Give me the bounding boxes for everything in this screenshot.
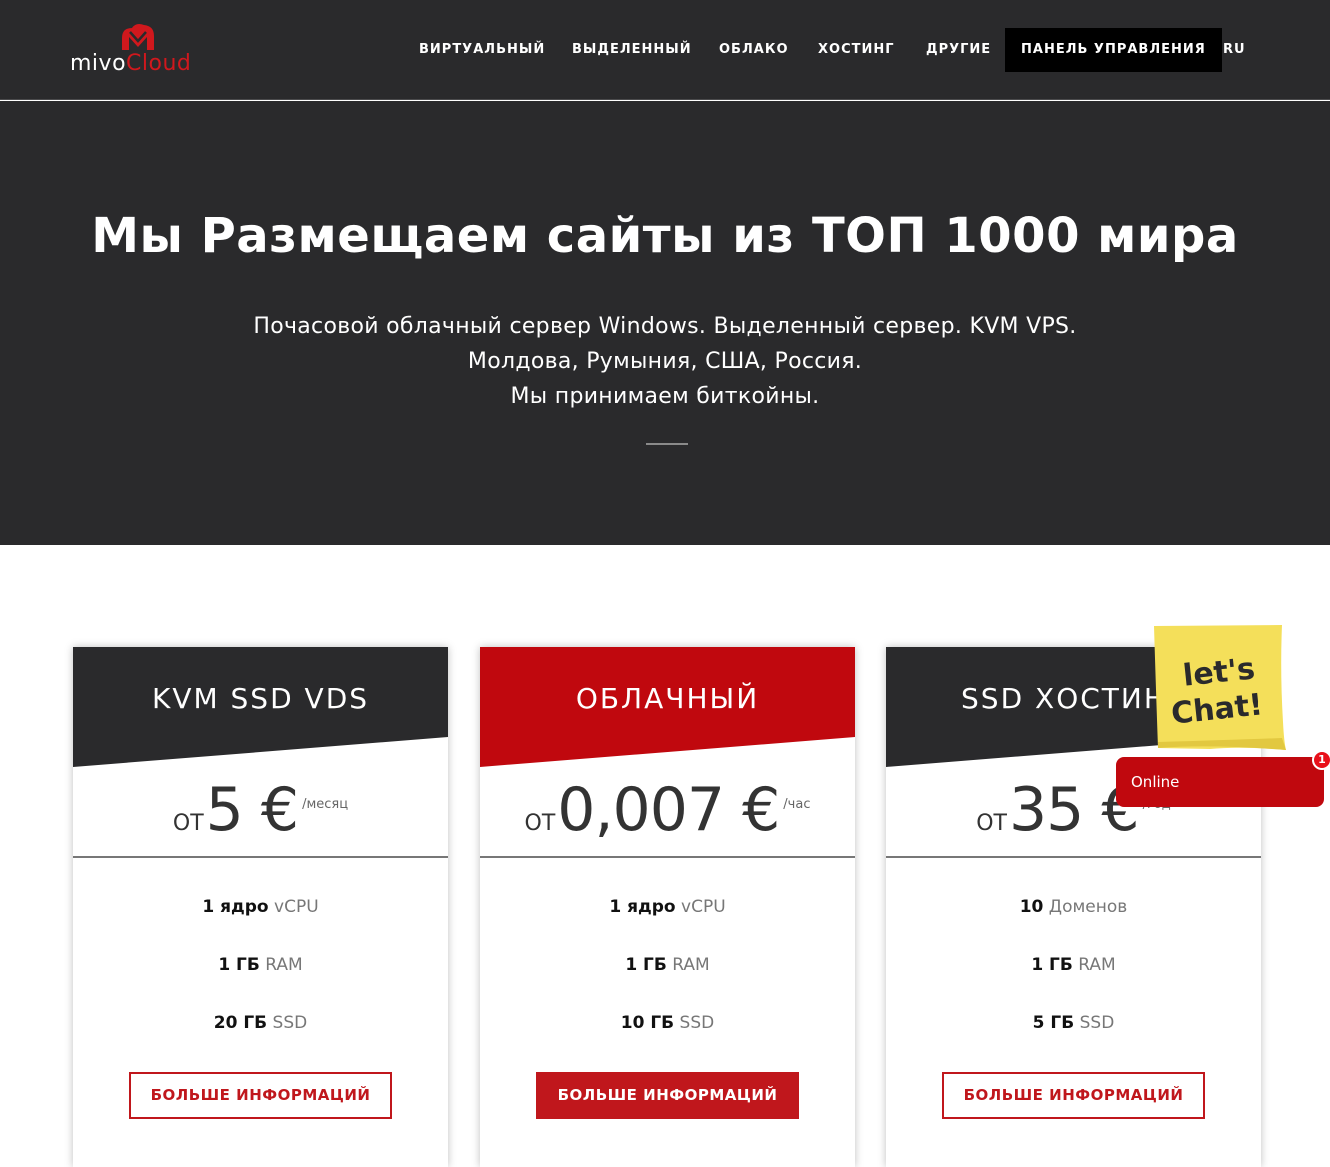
feature-ssd: 20 ГБ SSD: [73, 1011, 448, 1035]
nav-item-cloud[interactable]: ОБЛАКО: [719, 28, 789, 72]
plan-title: ОБЛАЧНЫЙ: [575, 682, 760, 715]
nav-item-hosting[interactable]: ХОСТИНГ: [818, 28, 895, 72]
price-from: ОТ: [976, 811, 1007, 836]
plan-price: ОТ0,007 €/час: [480, 775, 855, 845]
nav-item-other[interactable]: ДРУГИЕ: [926, 28, 991, 72]
feature-ram: 1 ГБ RAM: [480, 953, 855, 977]
feature-value: 10 ГБ: [620, 1013, 675, 1033]
feature-label: Доменов: [1048, 897, 1128, 917]
feature-label: vCPU: [681, 897, 726, 917]
card-divider: [480, 856, 855, 858]
feature-label: vCPU: [274, 897, 319, 917]
feature-ssd: 5 ГБ SSD: [886, 1011, 1261, 1035]
card-divider: [886, 856, 1261, 858]
price-from: ОТ: [172, 811, 204, 836]
language-selector[interactable]: RU: [1223, 28, 1246, 72]
nav-item-virtual[interactable]: ВИРТУАЛЬНЫЙ: [419, 28, 545, 72]
plan-card-cloud: ОБЛАЧНЫЙ ОТ0,007 €/час 1 ядро vCPU 1 ГБ …: [480, 647, 855, 1167]
feature-ram: 1 ГБ RAM: [73, 953, 448, 977]
feature-label: RAM: [672, 955, 710, 975]
more-info-button[interactable]: БОЛЬШЕ ИНФОРМАЦИЙ: [536, 1072, 799, 1119]
chat-notification-badge: 1: [1312, 750, 1330, 770]
feature-value: 1 ядро: [202, 897, 269, 917]
feature-value: 20 ГБ: [213, 1013, 268, 1033]
feature-value: 1 ГБ: [625, 955, 667, 975]
main-nav: ВИРТУАЛЬНЫЙ ВЫДЕЛЕННЫЙ ОБЛАКО ХОСТИНГ ДР…: [0, 28, 1330, 72]
more-info-button[interactable]: БОЛЬШЕ ИНФОРМАЦИЙ: [129, 1072, 392, 1119]
plan-card-header: KVM SSD VDS: [73, 647, 448, 769]
feature-ssd: 10 ГБ SSD: [480, 1011, 855, 1035]
site-header: mivoCloud ВИРТУАЛЬНЫЙ ВЫДЕЛЕННЫЙ ОБЛАКО …: [0, 0, 1330, 100]
price-value: 0,007 €: [557, 775, 780, 845]
plan-title: KVM SSD VDS: [151, 682, 370, 715]
nav-item-control-panel[interactable]: ПАНЕЛЬ УПРАВЛЕНИЯ: [1005, 28, 1222, 72]
price-unit: /месяц: [302, 797, 349, 812]
lets-chat-sticky-note[interactable]: let's Chat!: [1150, 622, 1290, 754]
feature-ram: 1 ГБ RAM: [886, 953, 1261, 977]
feature-label: RAM: [265, 955, 303, 975]
plan-card-header: ОБЛАЧНЫЙ: [480, 647, 855, 769]
card-divider: [73, 856, 448, 858]
price-from: ОТ: [524, 811, 556, 836]
feature-cpu: 1 ядро vCPU: [480, 895, 855, 919]
feature-domains: 10 Доменов: [886, 895, 1261, 919]
feature-value: 1 ядро: [609, 897, 676, 917]
feature-label: SSD: [679, 1013, 715, 1033]
hero-subtitle-line-2: Молдова, Румыния, США, Россия.: [467, 349, 863, 374]
feature-value: 1 ГБ: [218, 955, 260, 975]
plan-card-kvm: KVM SSD VDS ОТ5 €/месяц 1 ядро vCPU 1 ГБ…: [73, 647, 448, 1167]
hero-title: Мы Размещаем сайты из ТОП 1000 мира: [91, 208, 1239, 264]
hero-subtitle-line-1: Почасовой облачный сервер Windows. Выдел…: [253, 314, 1077, 339]
feature-label: SSD: [272, 1013, 308, 1033]
chat-note-line-1: let's: [1181, 651, 1256, 693]
feature-value: 5 ГБ: [1032, 1013, 1075, 1033]
feature-cpu: 1 ядро vCPU: [73, 895, 448, 919]
chat-online-button[interactable]: Online: [1116, 757, 1324, 807]
more-info-button[interactable]: БОЛЬШЕ ИНФОРМАЦИЙ: [942, 1072, 1205, 1119]
hero-divider: [646, 443, 688, 445]
plan-price: ОТ5 €/месяц: [73, 775, 448, 845]
feature-label: RAM: [1078, 955, 1116, 975]
hero-subtitle-line-3: Мы принимаем биткойны.: [510, 384, 820, 409]
price-value: 5 €: [205, 775, 299, 845]
nav-item-dedicated[interactable]: ВЫДЕЛЕННЫЙ: [572, 28, 692, 72]
feature-value: 10: [1019, 897, 1044, 917]
feature-value: 1 ГБ: [1031, 955, 1073, 975]
price-unit: /час: [783, 797, 811, 812]
feature-label: SSD: [1079, 1013, 1115, 1033]
hero-section: Мы Размещаем сайты из ТОП 1000 мира Поча…: [0, 101, 1330, 545]
